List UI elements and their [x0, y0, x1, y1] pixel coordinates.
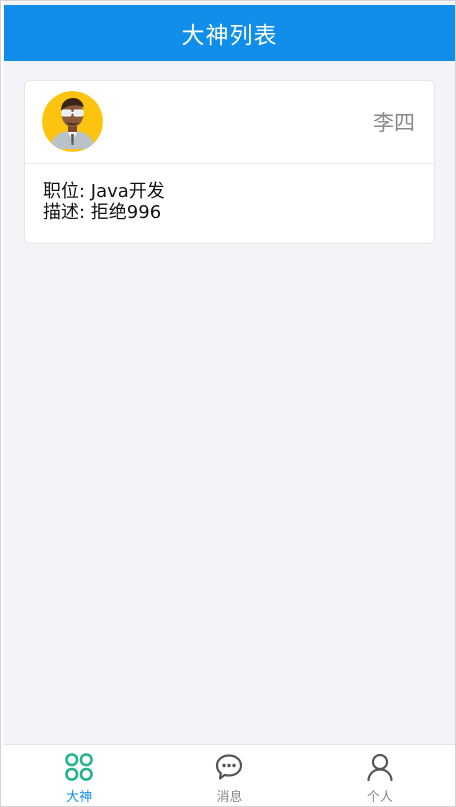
grid-four-icon — [65, 753, 93, 781]
card-header: 李四 — [25, 81, 434, 164]
main-content: 李四 职位: Java开发 描述: 拒绝996 — [4, 61, 455, 744]
tab-messages-label: 消息 — [216, 790, 243, 805]
expert-card[interactable]: 李四 职位: Java开发 描述: 拒绝996 — [24, 80, 435, 244]
avatar-man-glasses-icon — [42, 91, 103, 152]
expert-name: 李四 — [373, 111, 415, 135]
description-text: 描述: 拒绝996 — [43, 202, 162, 223]
person-icon — [367, 753, 393, 782]
chat-bubble-icon — [216, 754, 243, 780]
tab-profile[interactable]: 个人 — [305, 745, 455, 806]
position-text: 职位: Java开发 — [43, 181, 165, 202]
nav-bar: 大神列表 — [4, 5, 455, 61]
tab-messages[interactable]: 消息 — [154, 745, 304, 806]
tab-experts[interactable]: 大神 — [4, 745, 154, 806]
page-title: 大神列表 — [181, 23, 278, 49]
card-body: 职位: Java开发 描述: 拒绝996 — [43, 181, 165, 223]
tab-bar: 大神 消息 个人 — [4, 744, 455, 806]
tab-experts-label: 大神 — [66, 790, 93, 805]
tab-profile-label: 个人 — [366, 790, 393, 805]
app-frame: 大神列表 李四 职位: Java开发 描述: 拒绝996 大神 消息 个人 — [0, 0, 456, 807]
avatar — [42, 91, 103, 152]
